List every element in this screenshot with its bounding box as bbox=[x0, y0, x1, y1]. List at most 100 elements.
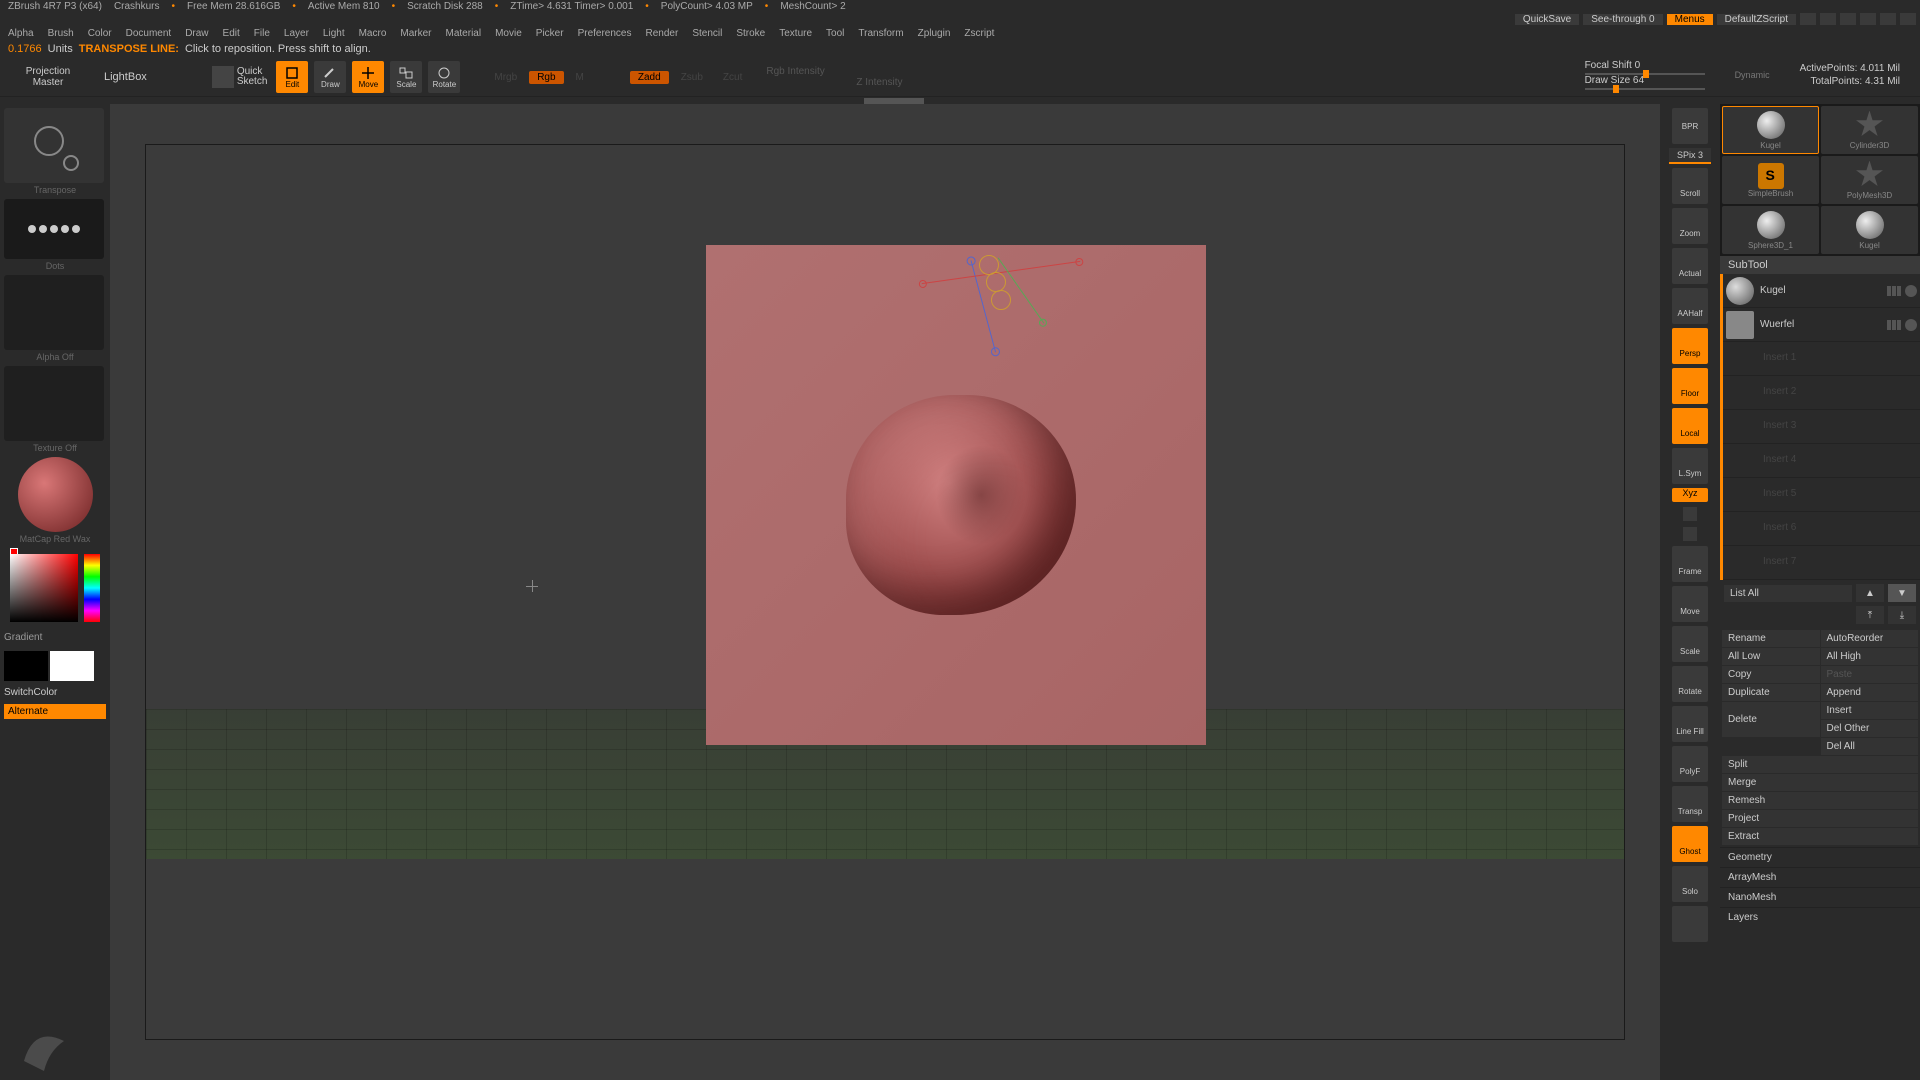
zscript-button[interactable]: DefaultZScript bbox=[1717, 14, 1796, 25]
alpha-thumb[interactable] bbox=[4, 275, 104, 350]
scroll-button[interactable]: Scroll bbox=[1672, 168, 1708, 204]
append-button[interactable]: Append bbox=[1821, 684, 1919, 701]
alternate-button[interactable]: Alternate bbox=[4, 704, 106, 719]
menu-brush[interactable]: Brush bbox=[48, 28, 74, 39]
copy-button[interactable]: Copy bbox=[1722, 666, 1820, 683]
menu-layer[interactable]: Layer bbox=[284, 28, 309, 39]
menu-edit[interactable]: Edit bbox=[223, 28, 240, 39]
floor-button[interactable]: Floor bbox=[1672, 368, 1708, 404]
transp-button[interactable]: Transp bbox=[1672, 786, 1708, 822]
zadd-button[interactable]: Zadd bbox=[630, 71, 669, 84]
tool-thumb[interactable]: Kugel bbox=[1821, 206, 1918, 254]
secondary-color-swatch[interactable] bbox=[4, 651, 48, 681]
spix-slider[interactable]: SPix 3 bbox=[1669, 148, 1711, 164]
seethrough-slider[interactable]: See-through 0 bbox=[1583, 14, 1662, 25]
tool-thumb[interactable]: PolyMesh3D bbox=[1821, 156, 1918, 204]
merge-button[interactable]: Merge bbox=[1722, 774, 1918, 791]
tool-thumb[interactable]: Sphere3D_1 bbox=[1722, 206, 1819, 254]
menu-movie[interactable]: Movie bbox=[495, 28, 522, 39]
menu-color[interactable]: Color bbox=[88, 28, 112, 39]
layers-section[interactable]: Layers bbox=[1720, 907, 1920, 927]
delall-button[interactable]: Del All bbox=[1821, 738, 1919, 755]
brush-thumb[interactable] bbox=[4, 108, 104, 183]
down-arrow-icon[interactable]: ▼ bbox=[1888, 584, 1916, 602]
move-down-icon[interactable]: ⤓ bbox=[1888, 606, 1916, 624]
subtool-row[interactable]: Kugel bbox=[1723, 274, 1920, 308]
arraymesh-section[interactable]: ArrayMesh bbox=[1720, 867, 1920, 887]
delother-button[interactable]: Del Other bbox=[1821, 720, 1919, 737]
autoreorder-button[interactable]: AutoReorder bbox=[1821, 630, 1919, 647]
menu-light[interactable]: Light bbox=[323, 28, 345, 39]
extra-button[interactable] bbox=[1672, 906, 1708, 942]
lightbox-button[interactable]: LightBox bbox=[94, 65, 157, 89]
edit-button[interactable]: Edit bbox=[276, 61, 308, 93]
viewport-canvas[interactable] bbox=[145, 144, 1625, 1040]
menu-marker[interactable]: Marker bbox=[400, 28, 431, 39]
visibility-icon[interactable] bbox=[1905, 319, 1917, 331]
zsub-button[interactable]: Zsub bbox=[673, 71, 711, 84]
zoom-button[interactable]: Zoom bbox=[1672, 208, 1708, 244]
aahalf-button[interactable]: AAHalf bbox=[1672, 288, 1708, 324]
split-button[interactable]: Split bbox=[1722, 756, 1918, 773]
close-icon[interactable] bbox=[1900, 13, 1916, 25]
window-icon[interactable] bbox=[1840, 13, 1856, 25]
up-arrow-icon[interactable]: ▲ bbox=[1856, 584, 1884, 602]
rename-button[interactable]: Rename bbox=[1722, 630, 1820, 647]
scale-view-button[interactable]: Scale bbox=[1672, 626, 1708, 662]
rotate-button[interactable]: Rotate bbox=[428, 61, 460, 93]
menu-preferences[interactable]: Preferences bbox=[578, 28, 632, 39]
insert-button[interactable]: Insert bbox=[1821, 702, 1919, 719]
menu-file[interactable]: File bbox=[254, 28, 270, 39]
dynamic-toggle[interactable]: Dynamic bbox=[1735, 70, 1770, 80]
geometry-section[interactable]: Geometry bbox=[1720, 847, 1920, 867]
move-button[interactable]: Move bbox=[352, 61, 384, 93]
menu-document[interactable]: Document bbox=[126, 28, 172, 39]
nav-icon[interactable] bbox=[1683, 507, 1697, 521]
gradient-label[interactable]: Gradient bbox=[4, 632, 106, 643]
project-button[interactable]: Project bbox=[1722, 810, 1918, 827]
menu-zplugin[interactable]: Zplugin bbox=[918, 28, 951, 39]
menu-alpha[interactable]: Alpha bbox=[8, 28, 34, 39]
quicksketch-button[interactable]: Quick Sketch bbox=[209, 63, 271, 91]
menu-transform[interactable]: Transform bbox=[858, 28, 903, 39]
stroke-thumb[interactable] bbox=[4, 199, 104, 259]
alllow-button[interactable]: All Low bbox=[1722, 648, 1820, 665]
solo-button[interactable]: Solo bbox=[1672, 866, 1708, 902]
color-picker[interactable] bbox=[10, 548, 100, 628]
menu-texture[interactable]: Texture bbox=[779, 28, 812, 39]
menu-draw[interactable]: Draw bbox=[185, 28, 208, 39]
draw-button[interactable]: Draw bbox=[314, 61, 346, 93]
nav-icon[interactable] bbox=[1683, 527, 1697, 541]
tool-thumb[interactable]: Kugel bbox=[1722, 106, 1819, 154]
frame-button[interactable]: Frame bbox=[1672, 546, 1708, 582]
menus-toggle[interactable]: Menus bbox=[1667, 14, 1713, 25]
window-icon[interactable] bbox=[1820, 13, 1836, 25]
primary-color-swatch[interactable] bbox=[50, 651, 94, 681]
extract-button[interactable]: Extract bbox=[1722, 828, 1918, 845]
actual-button[interactable]: Actual bbox=[1672, 248, 1708, 284]
menu-material[interactable]: Material bbox=[446, 28, 482, 39]
lsym-button[interactable]: L.Sym bbox=[1672, 448, 1708, 484]
z-intensity-slider[interactable]: Z Intensity bbox=[856, 77, 902, 88]
xyz-button[interactable]: Xyz bbox=[1672, 488, 1708, 502]
subtool-row[interactable]: Wuerfel bbox=[1723, 308, 1920, 342]
local-button[interactable]: Local bbox=[1672, 408, 1708, 444]
menu-stencil[interactable]: Stencil bbox=[692, 28, 722, 39]
bpr-button[interactable]: BPR bbox=[1672, 108, 1708, 144]
list-all-button[interactable]: List All bbox=[1724, 585, 1852, 602]
scale-button[interactable]: Scale bbox=[390, 61, 422, 93]
rgb-intensity-slider[interactable]: Rgb Intensity bbox=[766, 66, 902, 77]
menu-tool[interactable]: Tool bbox=[826, 28, 844, 39]
mrgb-button[interactable]: Mrgb bbox=[486, 71, 525, 84]
duplicate-button[interactable]: Duplicate bbox=[1722, 684, 1820, 701]
projection-master-button[interactable]: Projection Master bbox=[8, 62, 88, 92]
material-thumb[interactable] bbox=[18, 457, 93, 532]
menu-render[interactable]: Render bbox=[646, 28, 679, 39]
delete-button[interactable]: Delete bbox=[1722, 702, 1820, 737]
menu-macro[interactable]: Macro bbox=[359, 28, 387, 39]
menu-picker[interactable]: Picker bbox=[536, 28, 564, 39]
tool-thumb[interactable]: SimpleBrush bbox=[1722, 156, 1819, 204]
minimize-icon[interactable] bbox=[1860, 13, 1876, 25]
maximize-icon[interactable] bbox=[1880, 13, 1896, 25]
move-view-button[interactable]: Move bbox=[1672, 586, 1708, 622]
